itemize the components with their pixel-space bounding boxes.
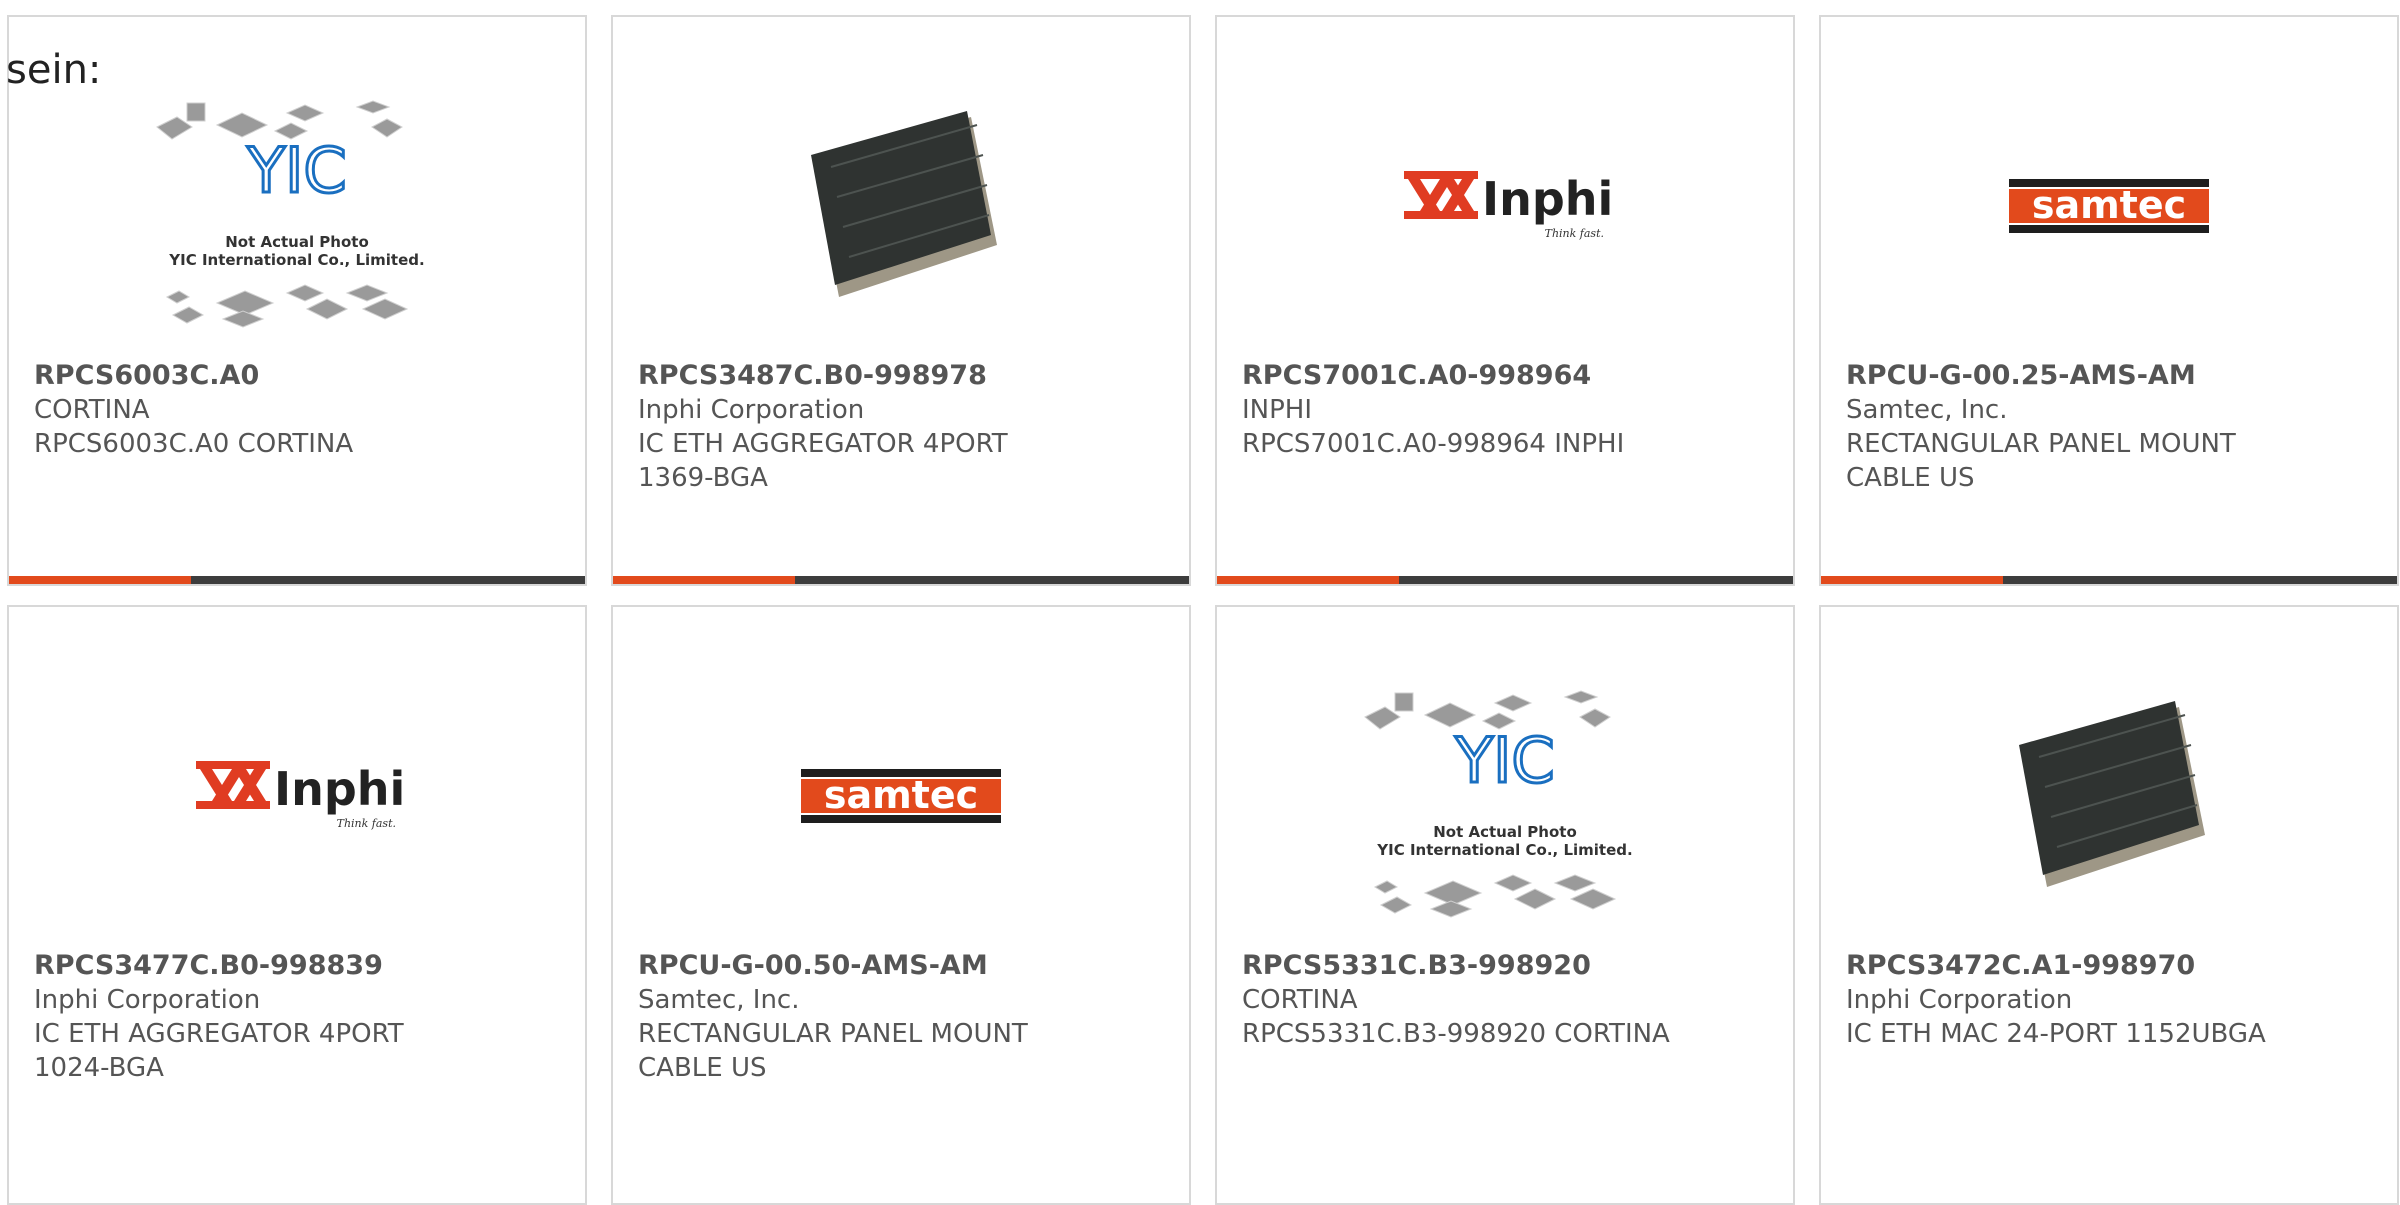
svg-text:Think fast.: Think fast.: [1545, 227, 1604, 240]
description-line-2: CABLE US: [1846, 463, 1975, 493]
manufacturer: Samtec, Inc.: [638, 985, 800, 1015]
manufacturer: CORTINA: [34, 395, 150, 425]
part-number[interactable]: RPCS5331C.B3-998920: [1242, 949, 1762, 983]
svg-text:Inphi: Inphi: [1482, 172, 1610, 226]
product-image-bga[interactable]: [1821, 667, 2397, 967]
product-image-placeholder[interactable]: YIC Not Actual Photo YIC International C…: [9, 77, 585, 377]
product-image-logo[interactable]: Inphi Think fast.: [9, 667, 585, 967]
card-footer-bar: [1217, 576, 1793, 584]
product-image-logo[interactable]: samtec: [1821, 77, 2397, 377]
description: RPCS6003C.A0 CORTINA: [34, 429, 354, 459]
chip-collage-icon: YIC Not Actual Photo YIC International C…: [156, 100, 425, 328]
card-footer-accent: [613, 576, 795, 584]
product-card[interactable]: YIC Not Actual Photo YIC International C…: [1215, 605, 1795, 1205]
svg-text:Not Actual Photo: Not Actual Photo: [225, 233, 369, 251]
description: RPCS5331C.B3-998920 CORTINA: [1242, 1019, 1670, 1049]
manufacturer: CORTINA: [1242, 985, 1358, 1015]
part-number[interactable]: RPCU-G-00.50-AMS-AM: [638, 949, 1158, 983]
description-line-1: IC ETH AGGREGATOR 4PORT: [638, 429, 1008, 459]
part-number[interactable]: RPCS3487C.B0-998978: [638, 359, 1158, 393]
samtec-logo-icon: samtec: [2009, 179, 2209, 233]
description-line-1: RECTANGULAR PANEL MOUNT: [638, 1019, 1028, 1049]
manufacturer: INPHI: [1242, 395, 1313, 425]
description: RPCS7001C.A0-998964 INPHI: [1242, 429, 1625, 459]
product-image-logo[interactable]: Inphi Think fast.: [1217, 77, 1793, 377]
manufacturer: Samtec, Inc.: [1846, 395, 2008, 425]
product-card[interactable]: samtec RPCU-G-00.25-AMS-AM Samtec, Inc. …: [1819, 15, 2399, 586]
part-number[interactable]: RPCS7001C.A0-998964: [1242, 359, 1762, 393]
description-line-2: 1024-BGA: [34, 1053, 164, 1083]
product-card[interactable]: RPCS3487C.B0-998978 Inphi Corporation IC…: [611, 15, 1191, 586]
svg-text:samtec: samtec: [824, 773, 978, 817]
part-number[interactable]: RPCS3472C.A1-998970: [1846, 949, 2366, 983]
stray-text: sein:: [6, 47, 102, 93]
product-image-logo[interactable]: samtec: [613, 667, 1189, 967]
bga-chip-icon: [2019, 701, 2205, 887]
manufacturer: Inphi Corporation: [34, 985, 261, 1015]
description-line-1: RECTANGULAR PANEL MOUNT: [1846, 429, 2236, 459]
description-line-2: 1369-BGA: [638, 463, 768, 493]
product-card[interactable]: Inphi Think fast. RPCS3477C.B0-998839 In…: [7, 605, 587, 1205]
svg-text:YIC International Co., Limited: YIC International Co., Limited.: [168, 251, 424, 269]
inphi-logo-icon: Inphi Think fast.: [196, 761, 402, 830]
inphi-logo-icon: Inphi Think fast.: [1404, 171, 1610, 240]
description-line-2: CABLE US: [638, 1053, 767, 1083]
product-card[interactable]: YIC Not Actual Photo YIC International C…: [7, 15, 587, 586]
manufacturer: Inphi Corporation: [638, 395, 865, 425]
card-footer-bar: [613, 576, 1189, 584]
description-line-1: IC ETH AGGREGATOR 4PORT: [34, 1019, 404, 1049]
product-image-bga[interactable]: [613, 77, 1189, 377]
product-card[interactable]: samtec RPCU-G-00.50-AMS-AM Samtec, Inc. …: [611, 605, 1191, 1205]
card-footer-bar: [9, 576, 585, 584]
manufacturer: Inphi Corporation: [1846, 985, 2073, 1015]
svg-text:YIC: YIC: [246, 134, 346, 207]
part-number[interactable]: RPCS3477C.B0-998839: [34, 949, 554, 983]
part-number[interactable]: RPCS6003C.A0: [34, 359, 554, 393]
svg-text:samtec: samtec: [2032, 183, 2186, 227]
svg-text:YIC: YIC: [1454, 724, 1554, 797]
svg-text:Think fast.: Think fast.: [337, 817, 396, 830]
svg-text:Not Actual Photo: Not Actual Photo: [1433, 823, 1577, 841]
bga-chip-icon: [811, 111, 997, 297]
chip-collage-icon: YIC Not Actual Photo YIC International C…: [1364, 690, 1633, 918]
svg-text:Inphi: Inphi: [274, 762, 402, 816]
part-number[interactable]: RPCU-G-00.25-AMS-AM: [1846, 359, 2366, 393]
card-footer-accent: [9, 576, 191, 584]
product-image-placeholder[interactable]: YIC Not Actual Photo YIC International C…: [1217, 667, 1793, 967]
description: IC ETH MAC 24-PORT 1152UBGA: [1846, 1019, 2266, 1049]
card-footer-accent: [1821, 576, 2003, 584]
card-footer-bar: [1821, 576, 2397, 584]
product-grid: YIC Not Actual Photo YIC International C…: [0, 0, 2400, 1205]
card-footer-accent: [1217, 576, 1399, 584]
product-card[interactable]: RPCS3472C.A1-998970 Inphi Corporation IC…: [1819, 605, 2399, 1205]
samtec-logo-icon: samtec: [801, 769, 1001, 823]
svg-text:YIC International Co., Limited: YIC International Co., Limited.: [1376, 841, 1632, 859]
product-card[interactable]: Inphi Think fast. RPCS7001C.A0-998964 IN…: [1215, 15, 1795, 586]
